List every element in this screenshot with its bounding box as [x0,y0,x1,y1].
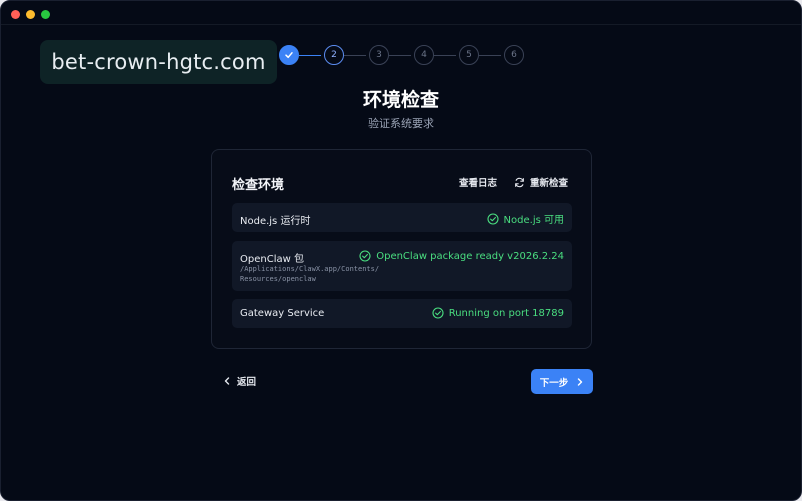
check-status-text: OpenClaw package ready v2026.2.24 [376,250,564,262]
check-label: Gateway Service [240,308,325,319]
check-row-gateway: Gateway Service Running on port 18789 [232,299,572,328]
close-window-button[interactable] [11,10,20,19]
check-circle-icon [432,307,444,319]
check-status: Running on port 18789 [432,307,564,319]
recheck-button[interactable]: 重新检查 [514,175,568,189]
page-title: 环境检查 [362,89,439,111]
step-1-done [279,45,299,65]
title-bar [1,1,801,25]
check-status-text: Running on port 18789 [448,307,564,319]
chevron-left-icon [224,377,230,385]
back-button[interactable]: 返回 [223,374,256,388]
check-circle-icon [486,212,499,225]
install-path: /Applications/ClawX.app/Contents/Resourc… [240,265,380,283]
minimize-window-button[interactable] [26,10,35,19]
step-connector [434,55,456,56]
recheck-label: 重新检查 [530,178,569,189]
refresh-icon [515,177,524,187]
step-2-active: 2 [324,45,344,65]
check-circle-icon [359,250,371,262]
next-button[interactable]: 下一步 [531,369,593,394]
check-status-text: Node.js 可用 [503,215,564,226]
view-logs-label: 查看日志 [459,178,498,189]
check-status: Node.js 可用 [486,211,564,226]
app-window: 2 3 4 5 6 bet-crown-hgtc.com 环境检查 验证系统要求… [0,0,802,501]
step-4: 4 [414,45,434,65]
environment-check-card: 检查环境 查看日志 重新检查 Node.js 运行时 Node.js 可用 Op… [211,149,592,349]
check-row-nodejs: Node.js 运行时 Node.js 可用 [232,203,572,232]
step-connector [389,55,411,56]
step-connector [344,55,366,56]
step-3: 3 [369,45,389,65]
card-title: 检查环境 [232,178,285,193]
step-connector [299,55,321,56]
zoom-window-button[interactable] [41,10,50,19]
view-logs-button[interactable]: 查看日志 [459,175,497,189]
step-5: 5 [459,45,479,65]
check-label: OpenClaw 包 [240,254,304,265]
back-label: 返回 [237,377,257,388]
step-connector [479,55,501,56]
page-subtitle: 验证系统要求 [368,117,434,130]
watermark-banner: bet-crown-hgtc.com [40,40,277,84]
check-icon [285,52,293,59]
chevron-right-icon [578,377,583,386]
check-label: Node.js 运行时 [240,216,311,227]
check-row-openclaw: OpenClaw 包 /Applications/ClawX.app/Conte… [232,241,572,291]
step-6: 6 [504,45,524,65]
next-label: 下一步 [539,377,569,389]
check-status: OpenClaw package ready v2026.2.24 [359,250,564,262]
